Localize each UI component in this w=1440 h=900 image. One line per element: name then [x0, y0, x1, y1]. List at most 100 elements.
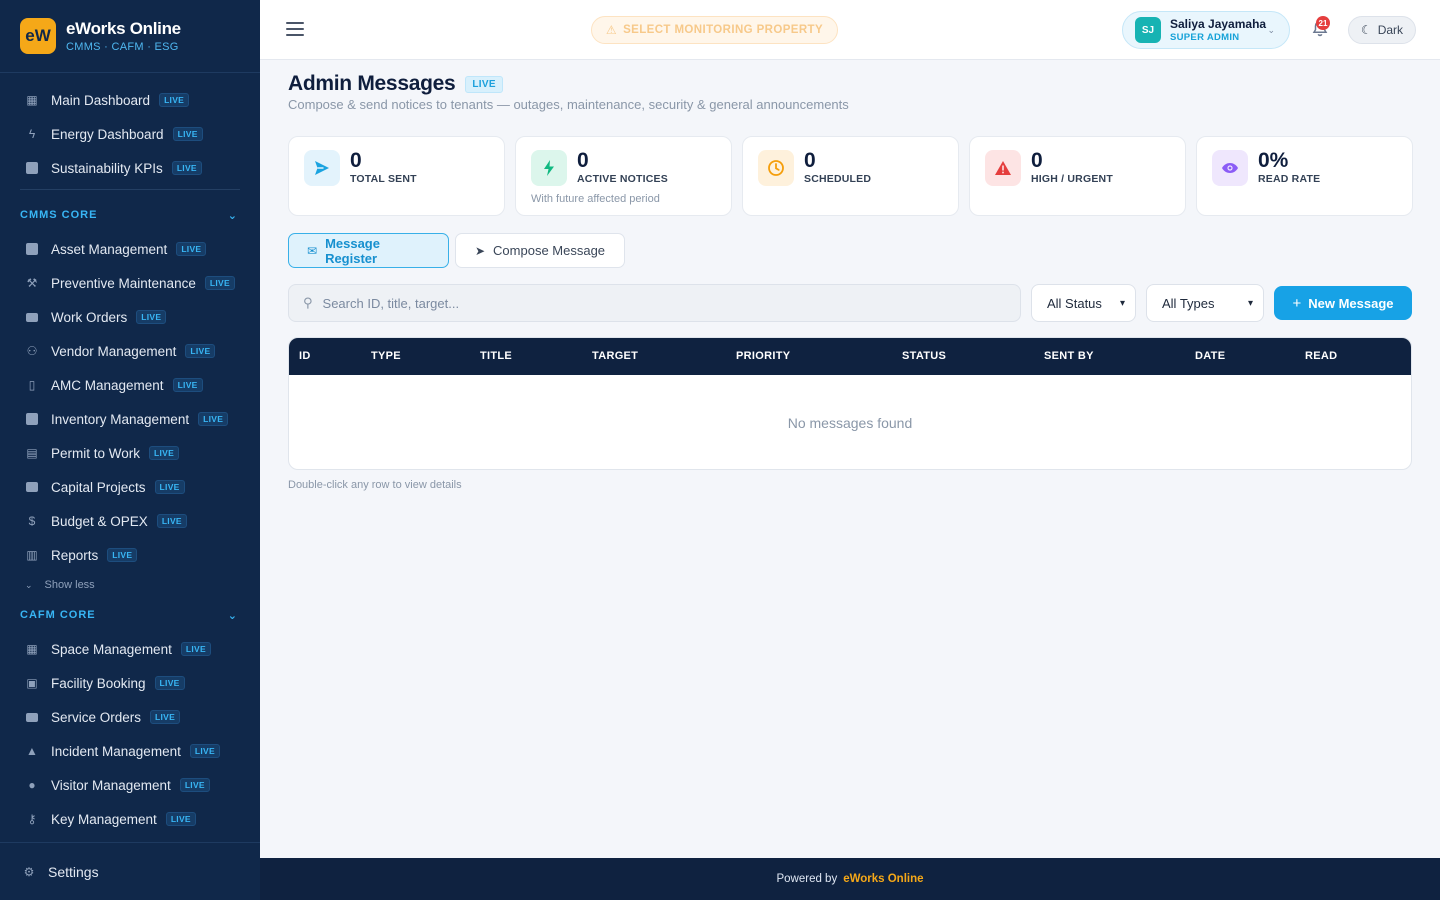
sidebar-item-reports[interactable]: ▥ Reports LIVE	[0, 538, 260, 572]
sidebar-item-inventory-management[interactable]: Inventory Management LIVE	[0, 402, 260, 436]
brand: eW eWorks Online CMMS · CAFM · ESG	[0, 0, 260, 73]
live-badge: LIVE	[180, 642, 211, 656]
sidebar-item-incident-management[interactable]: ▲ Incident Management LIVE	[0, 734, 260, 768]
status-filter-value: All Status	[1047, 295, 1102, 311]
sidebar-item-work-orders[interactable]: Work Orders LIVE	[0, 300, 260, 334]
stat-note: With future affected period	[531, 193, 660, 205]
view-tabs: ✉ Message Register ➤ Compose Message	[288, 233, 625, 268]
section-cmms-core[interactable]: CMMS CORE ⌄	[0, 198, 260, 232]
stat-value: 0	[804, 149, 816, 172]
sidebar-item-visitor-management[interactable]: ● Visitor Management LIVE	[0, 768, 260, 802]
sidebar-item-preventive-maintenance[interactable]: ⚒ Preventive Maintenance LIVE	[0, 266, 260, 300]
warning-icon: ⚠	[605, 23, 618, 37]
page-subtitle: Compose & send notices to tenants — outa…	[288, 97, 849, 112]
column-header-type[interactable]: TYPE	[371, 350, 401, 362]
sidebar-item-settings[interactable]: ⚙ Settings	[0, 842, 260, 900]
briefcase-icon	[25, 480, 39, 494]
column-header-target[interactable]: TARGET	[592, 350, 638, 362]
new-message-button[interactable]: + New Message	[1274, 286, 1412, 320]
column-header-title[interactable]: TITLE	[480, 350, 512, 362]
alert-icon	[985, 150, 1021, 186]
sidebar-item-label: Incident Management	[51, 743, 181, 759]
live-badge: LIVE	[136, 310, 167, 324]
live-badge: LIVE	[171, 161, 202, 175]
stat-card-total-sent: 0 TOTAL SENT	[288, 136, 505, 216]
search-icon: ⚲	[303, 295, 313, 310]
tab-compose-message[interactable]: ➤ Compose Message	[455, 233, 625, 268]
chevron-down-icon: ▾	[1247, 297, 1253, 309]
sidebar-item-facility-booking[interactable]: ▣ Facility Booking LIVE	[0, 666, 260, 700]
gear-icon: ⚙	[23, 864, 35, 879]
sidebar-item-label: Work Orders	[51, 309, 128, 325]
column-header-read[interactable]: READ	[1305, 350, 1337, 362]
topbar: ⚠ SELECT MONITORING PROPERTY SJ Saliya J…	[260, 0, 1440, 60]
user-menu[interactable]: SJ Saliya Jayamaha SUPER ADMIN ⌄	[1122, 11, 1290, 49]
chevron-down-icon: ▾	[1119, 297, 1125, 309]
show-less-toggle[interactable]: ⌄ Show less	[0, 572, 260, 598]
status-filter-select[interactable]: All Status ▾	[1031, 284, 1136, 322]
live-badge: LIVE	[172, 127, 203, 141]
stat-label: TOTAL SENT	[350, 173, 417, 185]
sidebar-item-key-management[interactable]: ⚷ Key Management LIVE	[0, 802, 260, 836]
sidebar-item-permit-to-work[interactable]: ▤ Permit to Work LIVE	[0, 436, 260, 470]
user-name: Saliya Jayamaha	[1170, 17, 1267, 31]
stat-card-scheduled: 0 SCHEDULED	[742, 136, 959, 216]
section-cafm-core[interactable]: CAFM CORE ⌄	[0, 598, 260, 632]
live-badge: LIVE	[204, 276, 235, 290]
avatar: SJ	[1135, 17, 1161, 43]
send-icon: ➤	[474, 243, 486, 258]
live-badge: LIVE	[198, 412, 229, 426]
sidebar-item-main-dashboard[interactable]: ▦ Main Dashboard LIVE	[0, 83, 260, 117]
sidebar-item-label: Space Management	[51, 641, 172, 657]
sidebar-item-label: AMC Management	[51, 377, 164, 393]
theme-toggle-button[interactable]: ☾ Dark	[1348, 16, 1416, 44]
theme-label: Dark	[1377, 23, 1404, 37]
property-selector[interactable]: ⚠ SELECT MONITORING PROPERTY	[591, 16, 838, 44]
search-box: ⚲	[288, 284, 1021, 322]
document-icon	[25, 161, 39, 175]
column-header-sent-by[interactable]: SENT BY	[1044, 350, 1094, 362]
stat-label: SCHEDULED	[804, 173, 872, 185]
sidebar-item-amc-management[interactable]: ▯ AMC Management LIVE	[0, 368, 260, 402]
sidebar-item-sustainability-kpis[interactable]: Sustainability KPIs LIVE	[0, 151, 260, 185]
sidebar-item-space-management[interactable]: ▦ Space Management LIVE	[0, 632, 260, 666]
menu-icon[interactable]	[286, 22, 304, 36]
inventory-icon	[25, 412, 39, 426]
moon-icon: ☾	[1360, 23, 1372, 37]
sidebar-item-asset-management[interactable]: Asset Management LIVE	[0, 232, 260, 266]
sidebar-item-label: Asset Management	[51, 241, 168, 257]
section-title: CMMS CORE	[20, 209, 98, 221]
asset-icon	[25, 242, 39, 256]
sidebar-item-label: Service Orders	[51, 709, 142, 725]
tab-label: Compose Message	[493, 243, 606, 258]
live-badge: LIVE	[172, 378, 203, 392]
column-header-id[interactable]: ID	[299, 350, 311, 362]
live-badge: LIVE	[159, 93, 190, 107]
footer: Powered by eWorks Online	[260, 858, 1440, 900]
stat-value: 0	[350, 149, 362, 172]
empty-state: No messages found	[787, 415, 913, 431]
sidebar-item-label: Energy Dashboard	[51, 126, 164, 142]
live-badge: LIVE	[149, 446, 180, 460]
tab-message-register[interactable]: ✉ Message Register	[288, 233, 449, 268]
live-badge: LIVE	[156, 514, 187, 528]
column-header-status[interactable]: STATUS	[902, 350, 946, 362]
envelope-icon: ✉	[307, 243, 318, 258]
table-hint: Double-click any row to view details	[288, 479, 462, 491]
sidebar-item-label: Visitor Management	[51, 777, 171, 793]
column-header-date[interactable]: DATE	[1195, 350, 1225, 362]
column-header-priority[interactable]: PRIORITY	[736, 350, 790, 362]
sidebar-item-label: Facility Booking	[51, 675, 146, 691]
property-label: SELECT MONITORING PROPERTY	[623, 24, 824, 36]
search-input[interactable]	[322, 295, 1003, 311]
sidebar-item-energy-dashboard[interactable]: ϟ Energy Dashboard LIVE	[0, 117, 260, 151]
eye-icon	[1212, 150, 1248, 186]
chevron-down-icon: ⌄	[1267, 25, 1275, 35]
stat-card-read-rate: 0% READ RATE	[1196, 136, 1413, 216]
type-filter-select[interactable]: All Types ▾	[1146, 284, 1264, 322]
sidebar-item-budget-opex[interactable]: $ Budget & OPEX LIVE	[0, 504, 260, 538]
sidebar-item-service-orders[interactable]: Service Orders LIVE	[0, 700, 260, 734]
sidebar-item-vendor-management[interactable]: ⚇ Vendor Management LIVE	[0, 334, 260, 368]
stat-card-high-urgent: 0 HIGH / URGENT	[969, 136, 1186, 216]
sidebar-item-capital-projects[interactable]: Capital Projects LIVE	[0, 470, 260, 504]
